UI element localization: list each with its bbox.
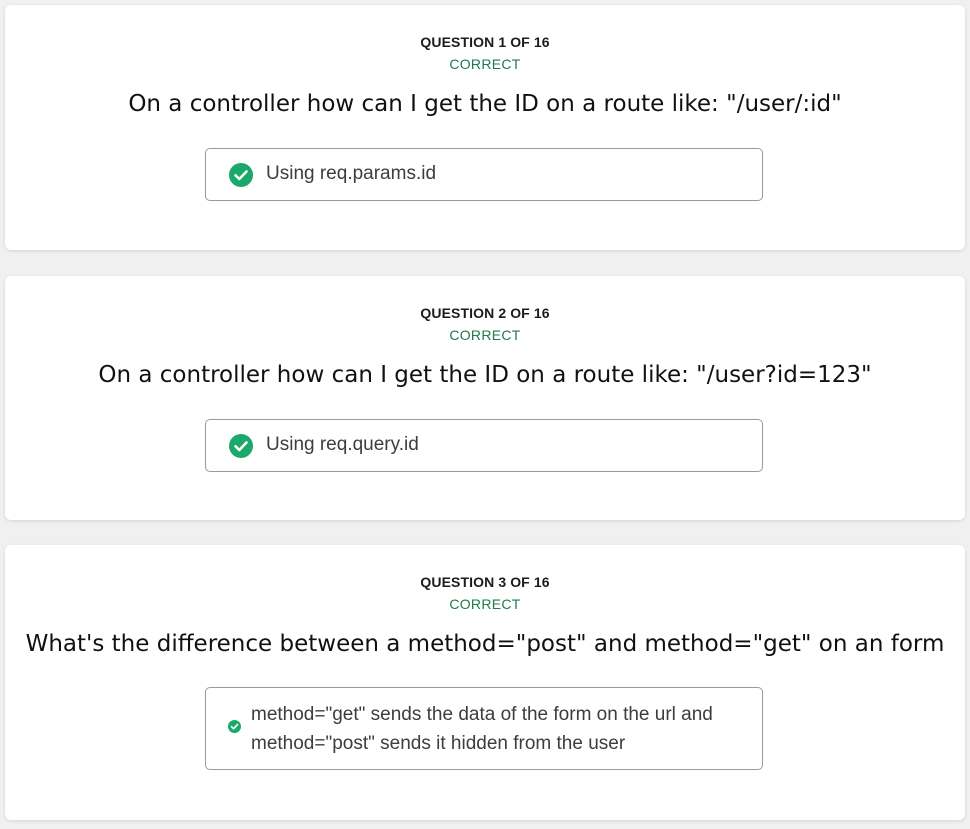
question-text: On a controller how can I get the ID on …: [128, 91, 842, 117]
answer-option: Using req.query.id: [205, 419, 763, 472]
question-counter: QUESTION 2 OF 16: [420, 305, 550, 321]
answer-text: Using req.query.id: [266, 434, 419, 455]
question-text: What's the difference between a method="…: [25, 631, 945, 657]
question-status: CORRECT: [449, 56, 521, 72]
question-card-2: QUESTION 2 OF 16 CORRECT On a controller…: [5, 276, 965, 520]
check-circle-icon: [229, 163, 253, 187]
question-status: CORRECT: [449, 596, 521, 612]
check-circle-icon: [228, 720, 241, 733]
question-counter: QUESTION 1 OF 16: [420, 34, 550, 50]
answer-option: method="get" sends the data of the form …: [205, 687, 763, 770]
answer-text: Using req.params.id: [266, 163, 437, 184]
question-text: On a controller how can I get the ID on …: [98, 362, 872, 388]
answer-text: method="get" sends the data of the form …: [251, 704, 713, 754]
check-circle-icon: [229, 434, 253, 458]
question-status: CORRECT: [449, 327, 521, 343]
question-card-3: QUESTION 3 OF 16 CORRECT What's the diff…: [5, 545, 965, 820]
answer-option: Using req.params.id: [205, 148, 763, 201]
question-card-1: QUESTION 1 OF 16 CORRECT On a controller…: [5, 5, 965, 250]
question-counter: QUESTION 3 OF 16: [420, 574, 550, 590]
